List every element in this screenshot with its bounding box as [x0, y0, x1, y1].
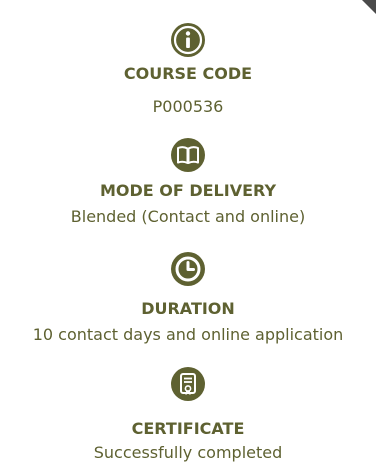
clock-icon [170, 251, 206, 287]
course-code-heading: COURSE CODE [123, 64, 253, 83]
duration-heading: DURATION [141, 299, 235, 318]
duration-value: 10 contact days and online application [32, 325, 344, 344]
course-code-value: P000536 [152, 97, 224, 116]
course-info-panel: COURSE CODE P000536 MODE OF DELIVERY Ble… [0, 0, 376, 466]
mode-of-delivery-value: Blended (Contact and online) [70, 207, 306, 226]
book-icon [170, 137, 206, 173]
certificate-icon [170, 366, 206, 402]
certificate-heading: CERTIFICATE [131, 419, 245, 438]
info-icon [170, 22, 206, 58]
certificate-value: Successfully completed [93, 443, 283, 462]
mode-of-delivery-heading: MODE OF DELIVERY [99, 181, 277, 200]
